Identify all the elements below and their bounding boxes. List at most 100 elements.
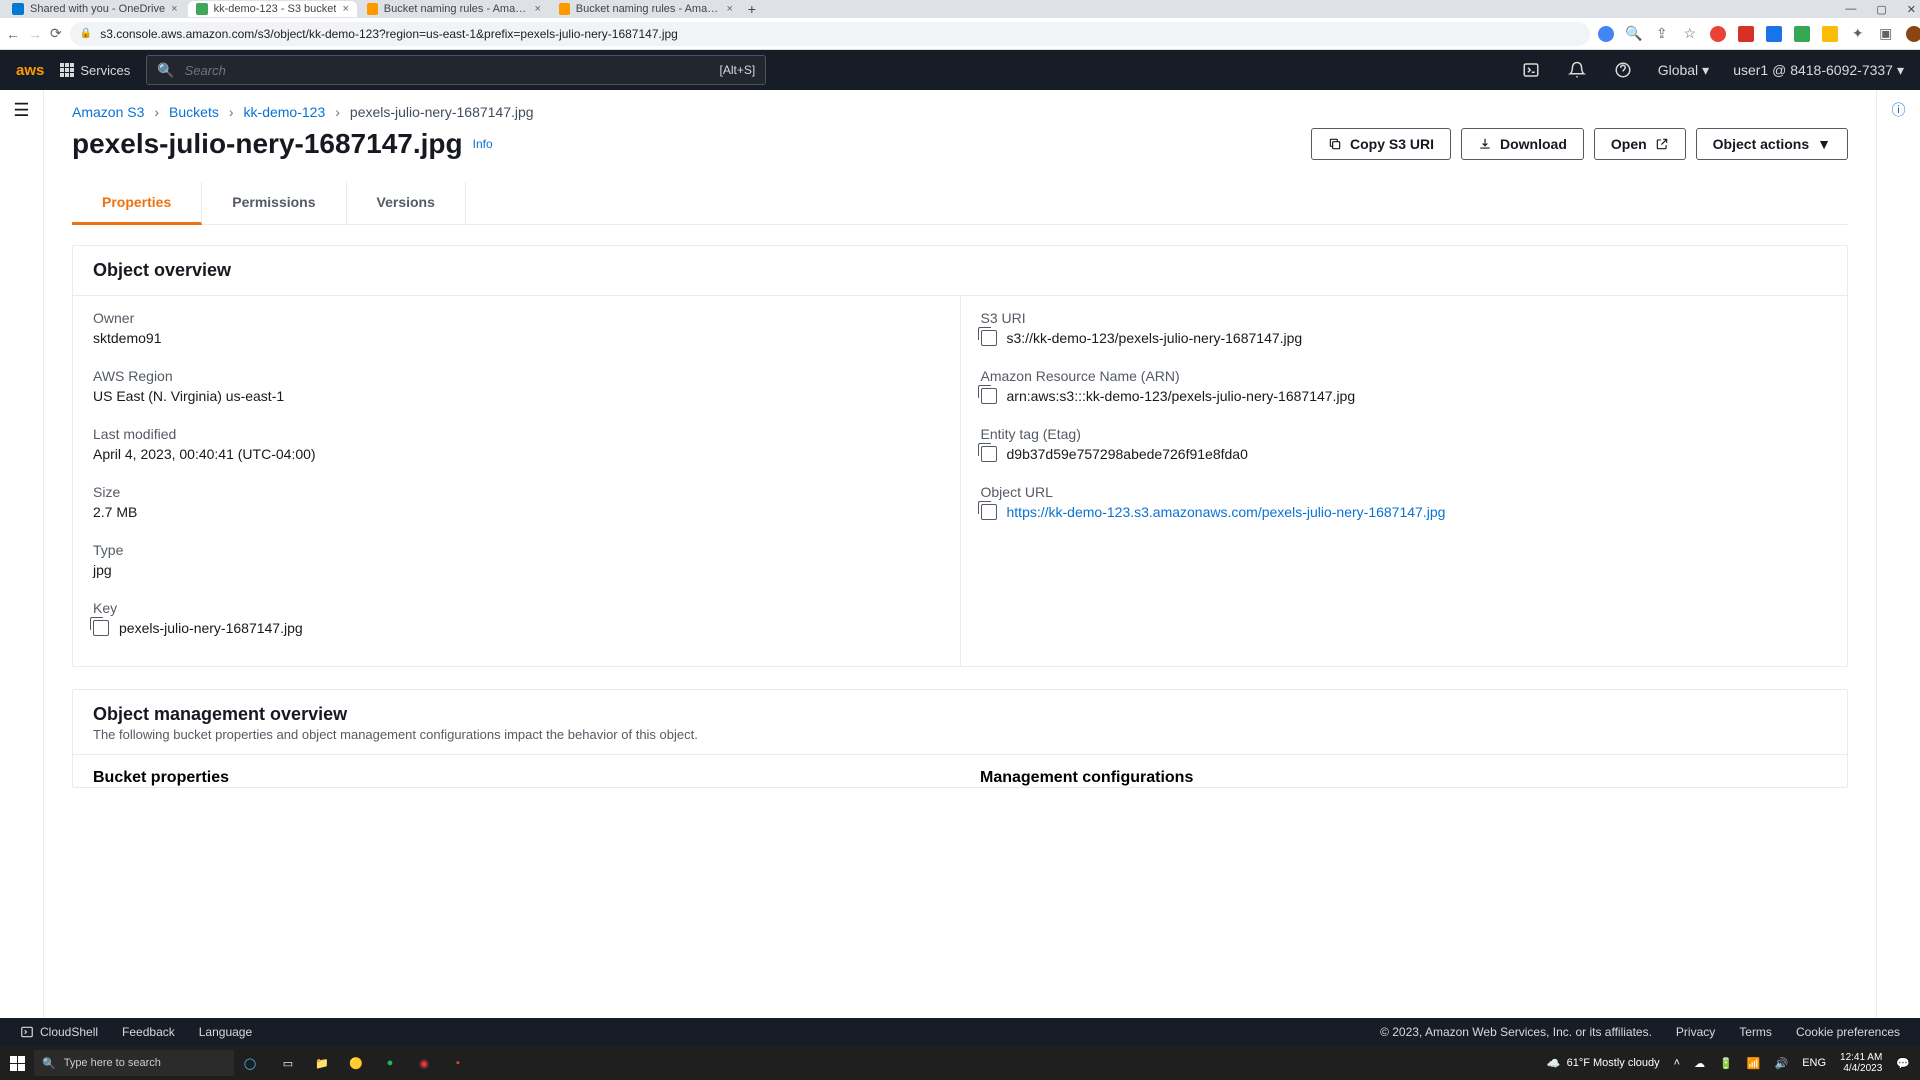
battery-icon[interactable]: 🔋 (1719, 1057, 1733, 1070)
tab-label: Shared with you - OneDrive (30, 3, 165, 15)
profile-avatar[interactable] (1906, 26, 1920, 42)
spotify-icon[interactable]: ● (374, 1047, 406, 1079)
taskbar-search[interactable]: 🔍Type here to search (34, 1050, 234, 1076)
weather-widget[interactable]: ☁️61°F Mostly cloudy (1547, 1057, 1660, 1070)
app-icon[interactable]: ◉ (408, 1047, 440, 1079)
browser-tab[interactable]: Shared with you - OneDrive × (4, 1, 186, 17)
copy-icon[interactable] (981, 446, 997, 462)
services-menu[interactable]: Services (60, 63, 130, 78)
extension-tray: 🔍 ⇪ ☆ ✦ ▣ ⋮ (1598, 26, 1920, 42)
copy-s3-uri-button[interactable]: Copy S3 URI (1311, 128, 1451, 160)
copy-icon (1328, 137, 1342, 151)
browser-tabstrip: Shared with you - OneDrive × kk-demo-123 … (0, 0, 1920, 18)
field-label: Size (93, 484, 940, 500)
aws-footer: CloudShell Feedback Language © 2023, Ama… (0, 1018, 1920, 1046)
browser-tab-active[interactable]: kk-demo-123 - S3 bucket× (188, 1, 357, 17)
taskbar-clock[interactable]: 12:41 AM4/4/2023 (1840, 1052, 1882, 1074)
new-tab-button[interactable]: + (743, 0, 761, 18)
extension-icon[interactable] (1738, 26, 1754, 42)
breadcrumb-bucket[interactable]: kk-demo-123 (244, 104, 326, 120)
language-link[interactable]: Language (199, 1025, 252, 1039)
side-panel-icon[interactable]: ▣ (1878, 26, 1894, 42)
cookie-link[interactable]: Cookie preferences (1796, 1025, 1900, 1039)
wifi-icon[interactable]: 📶 (1747, 1057, 1761, 1070)
search-icon[interactable]: 🔍 (1626, 26, 1642, 42)
object-actions-button[interactable]: Object actions▼ (1696, 128, 1848, 160)
chevron-down-icon: ▼ (1817, 136, 1831, 152)
tab-versions[interactable]: Versions (347, 182, 466, 224)
star-icon[interactable]: ☆ (1682, 26, 1698, 42)
download-button[interactable]: Download (1461, 128, 1584, 160)
extension-icon[interactable] (1794, 26, 1810, 42)
field-value: d9b37d59e757298abede726f91e8fda0 (1007, 446, 1248, 462)
extension-icon[interactable] (1598, 26, 1614, 42)
cloudshell-button[interactable]: CloudShell (20, 1025, 98, 1039)
powerpoint-icon[interactable]: ▪ (442, 1047, 474, 1079)
breadcrumb-root[interactable]: Amazon S3 (72, 104, 144, 120)
tab-permissions[interactable]: Permissions (202, 182, 346, 224)
tray-chevron-icon[interactable]: ˄ (1674, 1057, 1680, 1069)
close-icon[interactable]: × (342, 3, 348, 15)
extensions-icon[interactable]: ✦ (1850, 26, 1866, 42)
start-button[interactable] (0, 1046, 34, 1080)
overview-left-col: Ownersktdemo91 AWS RegionUS East (N. Vir… (73, 296, 960, 666)
hamburger-icon[interactable]: ☰ (13, 100, 29, 1046)
copy-icon[interactable] (981, 330, 997, 346)
object-url-link[interactable]: https://kk-demo-123.s3.amazonaws.com/pex… (1007, 504, 1446, 520)
breadcrumb-buckets[interactable]: Buckets (169, 104, 219, 120)
field-value: arn:aws:s3:::kk-demo-123/pexels-julio-ne… (1007, 388, 1356, 404)
close-icon[interactable]: × (534, 3, 540, 15)
close-window-icon[interactable]: ✕ (1907, 3, 1916, 16)
maximize-icon[interactable]: ▢ (1876, 3, 1886, 16)
onedrive-icon[interactable]: ☁ (1694, 1057, 1705, 1070)
close-icon[interactable]: × (726, 3, 732, 15)
help-icon[interactable] (1612, 59, 1634, 81)
back-icon[interactable]: ← (6, 26, 20, 42)
info-link[interactable]: Info (473, 137, 493, 151)
extension-icon[interactable] (1710, 26, 1726, 42)
services-label: Services (80, 63, 130, 78)
tab-properties[interactable]: Properties (72, 182, 202, 225)
extension-icon[interactable] (1822, 26, 1838, 42)
forward-icon[interactable]: → (28, 26, 42, 42)
terms-link[interactable]: Terms (1739, 1025, 1772, 1039)
region-selector[interactable]: Global▾ (1658, 62, 1710, 79)
search-icon: 🔍 (42, 1057, 56, 1070)
extension-icon[interactable] (1766, 26, 1782, 42)
field-value: 2.7 MB (93, 504, 940, 520)
address-bar[interactable]: 🔒 s3.console.aws.amazon.com/s3/object/kk… (70, 22, 1590, 46)
cloudshell-icon[interactable] (1520, 59, 1542, 81)
reload-icon[interactable]: ⟳ (50, 26, 62, 42)
open-button[interactable]: Open (1594, 128, 1686, 160)
share-icon[interactable]: ⇪ (1654, 26, 1670, 42)
explorer-icon[interactable]: 📁 (306, 1047, 338, 1079)
chrome-icon[interactable]: 🟡 (340, 1047, 372, 1079)
aws-logo[interactable]: aws (16, 62, 44, 79)
account-selector[interactable]: user1 @ 8418-6092-7337▾ (1733, 62, 1904, 79)
field-value: pexels-julio-nery-1687147.jpg (119, 620, 303, 636)
search-input[interactable] (185, 63, 710, 78)
aws-search[interactable]: 🔍 [Alt+S] (146, 55, 766, 85)
task-view-icon[interactable]: ▭ (272, 1047, 304, 1079)
minimize-icon[interactable]: — (1845, 3, 1856, 16)
notification-center-icon[interactable]: 💬 (1896, 1057, 1910, 1070)
field-value: US East (N. Virginia) us-east-1 (93, 388, 940, 404)
cortana-icon[interactable]: ◯ (234, 1047, 266, 1079)
volume-icon[interactable]: 🔊 (1774, 1057, 1788, 1070)
close-icon[interactable]: × (171, 3, 177, 15)
browser-tab[interactable]: Bucket naming rules - Amazon S× (551, 1, 741, 17)
copy-icon[interactable] (981, 388, 997, 404)
browser-tab[interactable]: Bucket naming rules - Amazon S× (359, 1, 549, 17)
chevron-right-icon: › (154, 104, 159, 120)
search-icon: 🔍 (157, 62, 174, 79)
notifications-icon[interactable] (1566, 59, 1588, 81)
info-icon[interactable]: ⓘ (1892, 100, 1906, 1046)
feedback-link[interactable]: Feedback (122, 1025, 175, 1039)
copy-icon[interactable] (981, 504, 997, 520)
field-label: AWS Region (93, 368, 940, 384)
privacy-link[interactable]: Privacy (1676, 1025, 1715, 1039)
copy-icon[interactable] (93, 620, 109, 636)
management-config-heading: Management configurations (960, 755, 1847, 787)
language-indicator[interactable]: ENG (1802, 1057, 1826, 1069)
download-icon (1478, 137, 1492, 151)
